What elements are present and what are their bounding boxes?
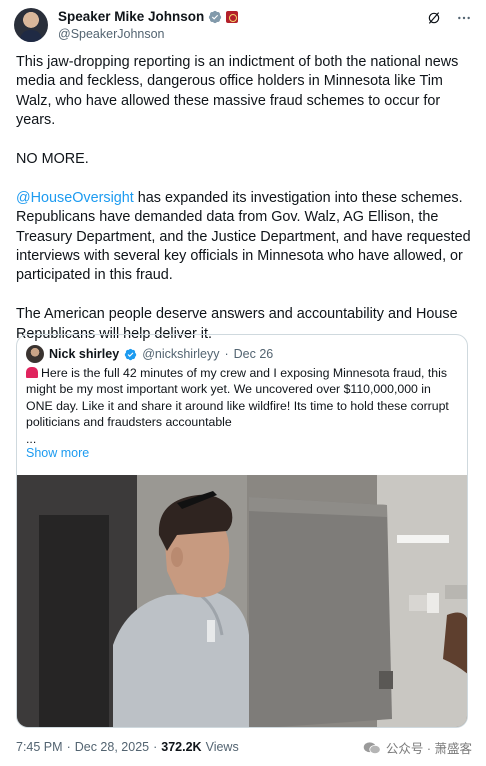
quoted-author-handle[interactable]: @nickshirleyy	[142, 347, 219, 361]
header-actions	[426, 10, 472, 26]
quoted-tweet-card[interactable]: Nick shirley @nickshirleyy · Dec 26 Here…	[16, 334, 468, 728]
author-name-row: Speaker Mike Johnson	[58, 9, 239, 24]
show-more-link[interactable]: Show more	[26, 446, 89, 460]
video-thumbnail[interactable]	[17, 475, 467, 727]
tweet-time[interactable]: 7:45 PM	[16, 740, 63, 754]
quoted-tweet-header: Nick shirley @nickshirleyy · Dec 26	[26, 345, 273, 363]
author-handle[interactable]: @SpeakerJohnson	[58, 27, 165, 41]
tweet-date[interactable]: Dec 28, 2025	[75, 740, 149, 754]
more-icon[interactable]	[456, 10, 472, 26]
house-oversight-mention-link[interactable]: @HouseOversight	[16, 190, 134, 206]
quoted-tweet-date[interactable]: Dec 26	[234, 347, 274, 361]
quoted-author-avatar[interactable]	[26, 345, 44, 363]
quoted-tweet-text: Here is the full 42 minutes of my crew a…	[26, 366, 449, 446]
video-frame-image	[17, 475, 467, 727]
wechat-icon	[363, 741, 381, 754]
tweet-footer: 7:45 PM · Dec 28, 2025 · 372.2K Views	[16, 740, 239, 754]
government-badge-icon	[226, 10, 239, 23]
tweet-header: Speaker Mike Johnson @SpeakerJohnson	[14, 6, 474, 44]
author-avatar[interactable]	[14, 8, 48, 42]
tweet-body: This jaw-dropping reporting is an indict…	[16, 53, 474, 344]
watermark-text: 公众号 · 萧盛客	[385, 742, 472, 756]
tweet-paragraph-2: NO MORE.	[16, 151, 89, 168]
meta-separator: ·	[224, 347, 229, 361]
grok-icon[interactable]	[426, 10, 442, 26]
footer-separator: ·	[66, 740, 71, 754]
quoted-tweet-text-block: Here is the full 42 minutes of my crew a…	[26, 365, 460, 447]
siren-emoji-icon	[26, 367, 38, 378]
views-count: 372.2K	[161, 740, 202, 754]
quoted-author-name[interactable]: Nick shirley	[49, 347, 119, 361]
tweet-paragraph-1: This jaw-dropping reporting is an indict…	[16, 54, 463, 129]
watermark: 公众号 · 萧盛客	[363, 738, 472, 757]
views-label: Views	[205, 740, 239, 754]
verified-badge-icon	[125, 348, 137, 360]
verified-badge-icon	[209, 10, 222, 23]
author-name[interactable]: Speaker Mike Johnson	[58, 9, 204, 24]
footer-separator: ·	[153, 740, 158, 754]
